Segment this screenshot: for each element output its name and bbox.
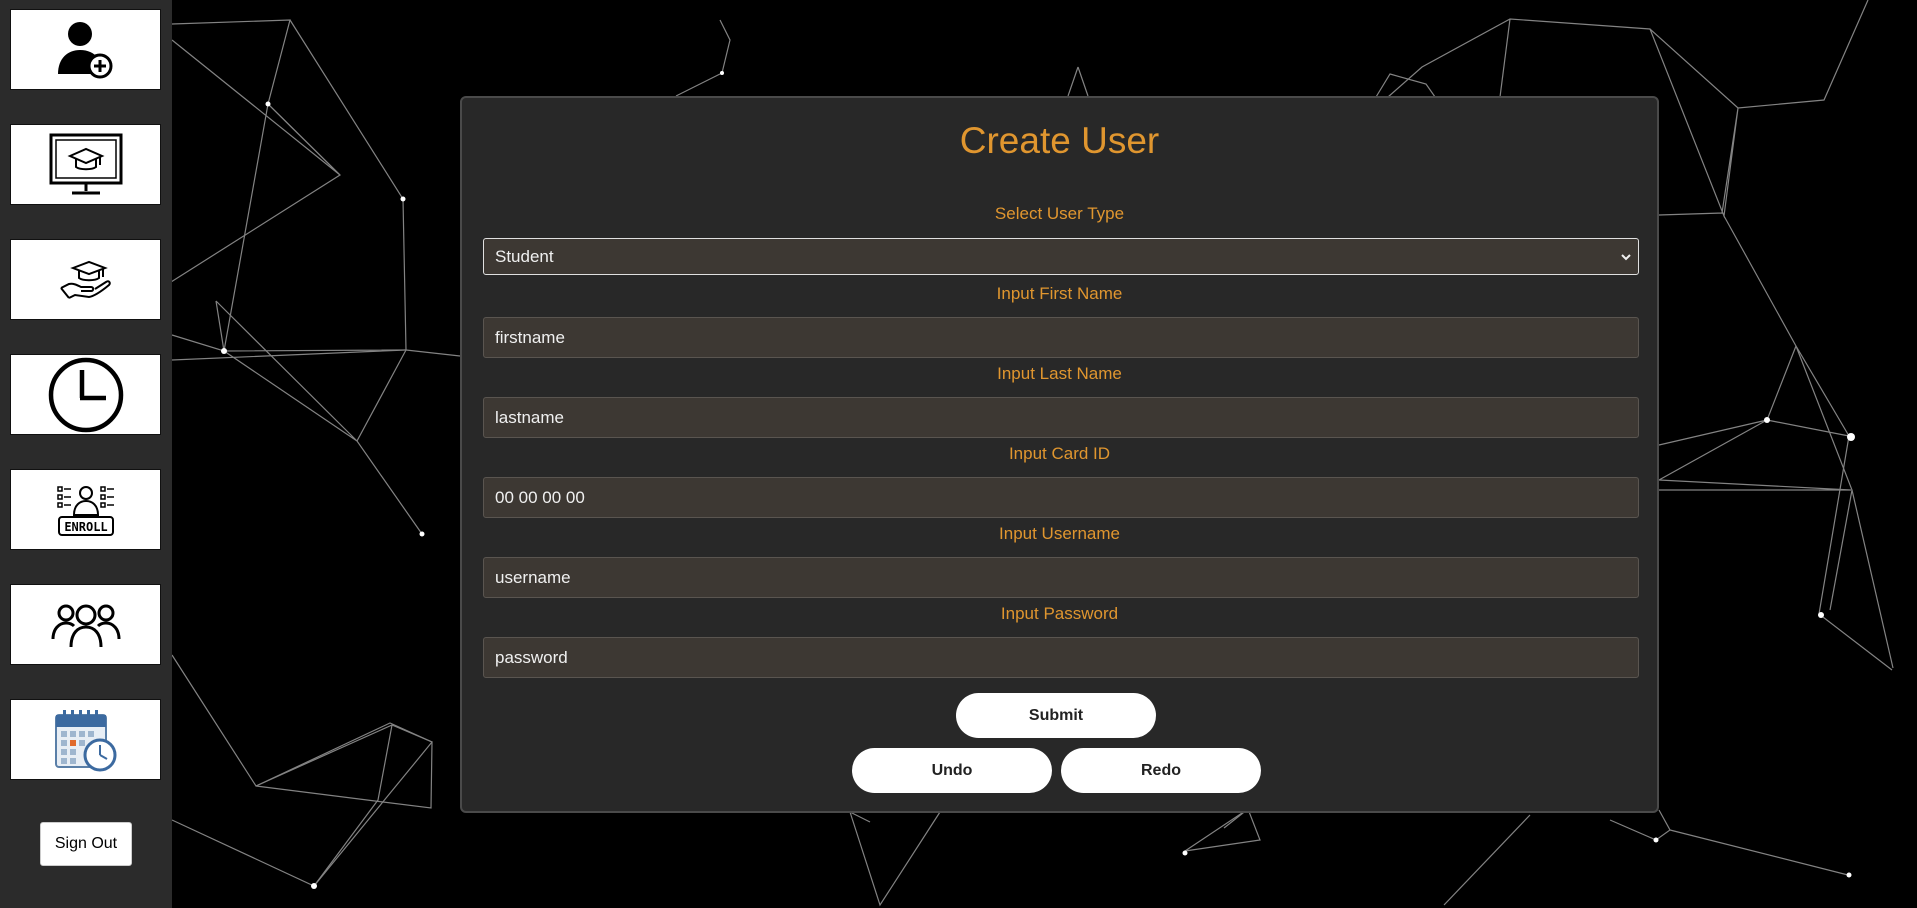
first-name-input[interactable] [483, 317, 1639, 358]
username-label: Input Username [999, 524, 1120, 543]
username-input[interactable] [483, 557, 1639, 598]
card-id-input[interactable] [483, 477, 1639, 518]
last-name-input[interactable] [483, 397, 1639, 438]
password-input[interactable] [483, 637, 1639, 678]
add-user-icon [54, 18, 118, 82]
enroll-icon: ENROLL [56, 483, 116, 537]
undo-button[interactable]: Undo [852, 748, 1052, 793]
user-type-label: Select User Type [994, 204, 1125, 223]
svg-text:ENROLL: ENROLL [64, 520, 107, 534]
sidebar-item-calendar[interactable] [10, 699, 161, 780]
password-label: Input Password [1000, 604, 1119, 623]
sign-out-button[interactable]: Sign Out [40, 822, 132, 866]
scholarship-hand-icon [59, 258, 113, 302]
user-type-select[interactable]: Student [483, 238, 1639, 275]
calendar-clock-icon [54, 707, 118, 773]
sidebar-item-enroll[interactable]: ENROLL [10, 469, 161, 550]
sidebar-item-online-education[interactable] [10, 124, 161, 205]
sidebar-item-scholarship[interactable] [10, 239, 161, 320]
group-icon [51, 601, 121, 649]
redo-button[interactable]: Redo [1061, 748, 1261, 793]
online-education-icon [48, 132, 124, 198]
clock-icon [48, 357, 124, 433]
card-id-label: Input Card ID [1008, 444, 1111, 463]
sidebar-item-group[interactable] [10, 584, 161, 665]
submit-button[interactable]: Submit [956, 693, 1156, 738]
last-name-label: Input Last Name [997, 364, 1122, 383]
first-name-label: Input First Name [996, 284, 1123, 303]
sidebar-item-clock[interactable] [10, 354, 161, 435]
chevron-down-icon [1620, 250, 1632, 268]
page-title: Create User [959, 120, 1160, 161]
create-user-panel: Create User Select User Type Student Inp… [460, 96, 1659, 813]
sidebar-item-add-user[interactable] [10, 9, 161, 90]
user-type-value: Student [495, 247, 554, 266]
sidebar: ENROLL Sign Out [0, 0, 172, 908]
